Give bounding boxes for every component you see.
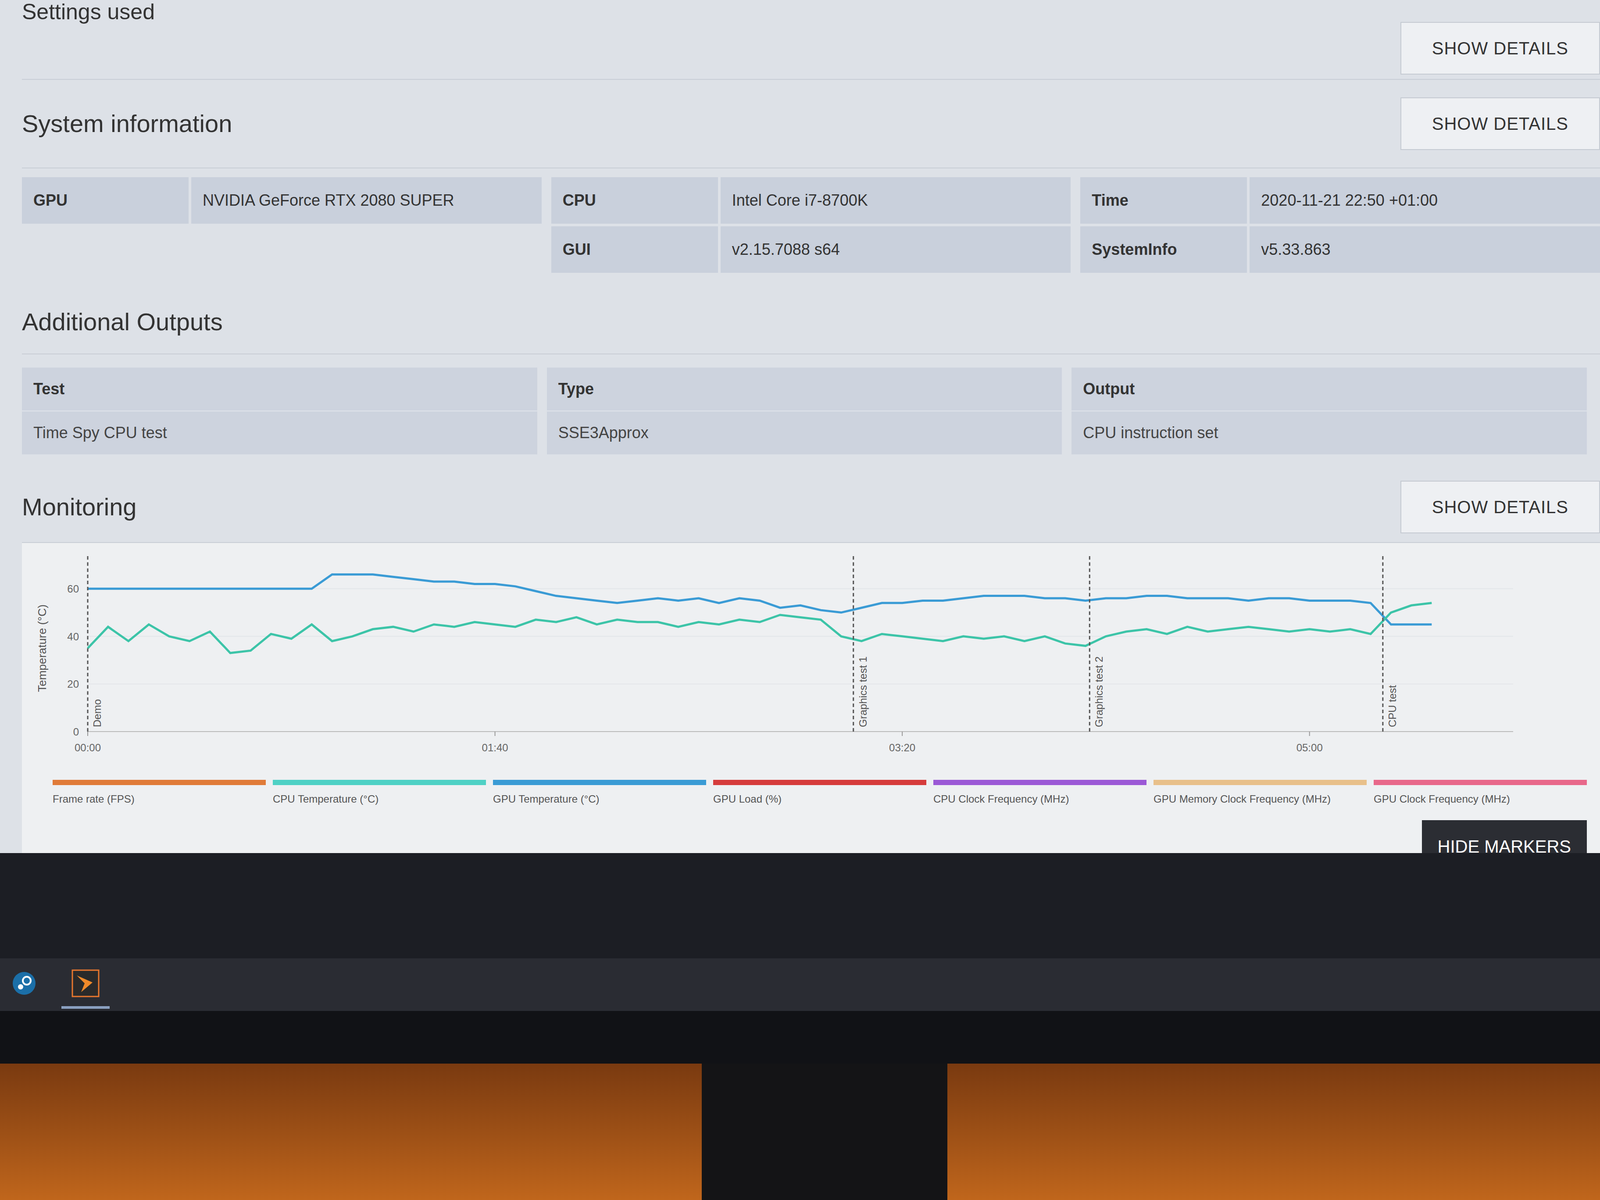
desk-background xyxy=(0,1063,1600,1200)
test-marker: Demo xyxy=(87,556,104,732)
info-row: GUIv2.15.7088 s64 xyxy=(551,226,1072,273)
results-page: Settings usedSHOW DETAILSSystem informat… xyxy=(0,0,1600,854)
table-header: Output xyxy=(1071,367,1587,412)
info-column: CPUIntel Core i7-8700KGUIv2.15.7088 s64 xyxy=(551,177,1072,273)
svg-text:Graphics test 1: Graphics test 1 xyxy=(857,656,869,728)
benchmark-app-icon xyxy=(71,969,100,998)
table-cell: SSE3Approx xyxy=(546,411,1063,455)
legend-swatch xyxy=(1373,779,1587,786)
y-tick: 0 xyxy=(73,725,1514,738)
y-tick: 20 xyxy=(67,678,1514,690)
svg-text:0: 0 xyxy=(73,725,79,738)
svg-text:Graphics test 2: Graphics test 2 xyxy=(1092,656,1105,728)
monitoring-section: Monitoring SHOW DETAILS Temperature (°C) 0 2… xyxy=(21,480,1600,886)
info-row: SystemInfov5.33.863 xyxy=(1080,226,1600,273)
legend-swatch xyxy=(272,779,486,786)
legend-item[interactable]: GPU Temperature (°C) xyxy=(492,779,707,808)
legend-item[interactable]: Frame rate (FPS) xyxy=(52,779,266,808)
svg-text:00:00: 00:00 xyxy=(74,741,101,754)
series-line xyxy=(87,603,1432,654)
test-marker: CPU test xyxy=(1382,556,1399,732)
chart-panel: Temperature (°C) 0 20 40 60 00:00 01:40 03:20 05… xyxy=(21,542,1600,886)
table-cell: Time Spy CPU test xyxy=(21,411,538,455)
section-title: Monitoring xyxy=(21,488,137,526)
taskbar-app[interactable] xyxy=(0,960,49,1009)
info-row: GPUNVIDIA GeForce RTX 2080 SUPER xyxy=(21,177,542,224)
photo: Settings usedSHOW DETAILSSystem informat… xyxy=(0,0,1600,1200)
section-title: System information xyxy=(21,105,233,143)
show-details-button[interactable]: SHOW DETAILS xyxy=(1400,480,1600,534)
table-cell: CPU instruction set xyxy=(1071,411,1587,455)
svg-text:40: 40 xyxy=(67,630,79,643)
section-title: Additional Outputs xyxy=(21,290,1600,355)
legend-item[interactable]: GPU Memory Clock Frequency (MHz) xyxy=(1153,779,1367,808)
monitor-bottom-bezel xyxy=(0,1010,1600,1064)
legend-item[interactable]: CPU Clock Frequency (MHz) xyxy=(933,779,1147,808)
show-details-button[interactable]: SHOW DETAILS xyxy=(1400,97,1600,150)
test-marker: Graphics test 1 xyxy=(853,556,869,732)
legend-swatch xyxy=(1153,779,1367,786)
svg-text:01:40: 01:40 xyxy=(482,741,509,754)
svg-text:05:00: 05:00 xyxy=(1296,741,1323,754)
legend-swatch xyxy=(933,779,1147,786)
x-tick: 01:40 xyxy=(482,731,509,754)
show-details-button[interactable]: SHOW DETAILS xyxy=(1400,21,1600,75)
info-row: Time2020-11-21 22:50 +01:00 xyxy=(1080,177,1600,224)
temperature-chart: Temperature (°C) 0 20 40 60 00:00 01:40 03:20 05… xyxy=(21,551,1531,763)
table-column: OutputCPU instruction set xyxy=(1071,367,1587,455)
info-column: GPUNVIDIA GeForce RTX 2080 SUPER xyxy=(21,177,542,273)
chart-legend: Frame rate (FPS)CPU Temperature (°C)GPU … xyxy=(52,779,1587,808)
system-information-section: System information SHOW DETAILS GPUNVIDIA … xyxy=(21,79,1600,273)
svg-text:20: 20 xyxy=(67,678,79,690)
legend-swatch xyxy=(52,779,266,786)
legend-swatch xyxy=(492,779,707,786)
test-marker: Graphics test 2 xyxy=(1089,556,1105,732)
x-tick: 03:20 xyxy=(889,731,916,754)
info-column: Time2020-11-21 22:50 +01:00SystemInfov5.… xyxy=(1080,177,1600,273)
legend-swatch xyxy=(713,779,927,786)
monitor-stand xyxy=(701,1063,948,1200)
taskbar-app[interactable] xyxy=(61,960,110,1009)
svg-text:Demo: Demo xyxy=(91,699,104,728)
series-line xyxy=(87,574,1432,625)
table-column: TypeSSE3Approx xyxy=(546,367,1063,455)
table-header: Test xyxy=(21,367,538,412)
taskbar xyxy=(0,958,1600,1011)
info-row: CPUIntel Core i7-8700K xyxy=(551,177,1072,224)
outputs-table: TestTime Spy CPU testTypeSSE3ApproxOutpu… xyxy=(21,367,1600,455)
monitor-bezel xyxy=(0,853,1600,959)
settings-section: Settings used SHOW DETAILS xyxy=(21,0,1600,80)
legend-item[interactable]: GPU Clock Frequency (MHz) xyxy=(1373,779,1587,808)
table-header: Type xyxy=(546,367,1063,412)
additional-outputs-section: Additional Outputs TestTime Spy CPU testT… xyxy=(21,290,1600,455)
steam-icon xyxy=(11,971,37,996)
legend-item[interactable]: CPU Temperature (°C) xyxy=(272,779,486,808)
x-tick: 05:00 xyxy=(1296,731,1323,754)
svg-text:03:20: 03:20 xyxy=(889,741,916,754)
svg-text:CPU test: CPU test xyxy=(1386,685,1399,728)
y-axis-label: Temperature (°C) xyxy=(35,604,49,693)
system-info-grid: GPUNVIDIA GeForce RTX 2080 SUPERCPUIntel… xyxy=(21,177,1600,273)
table-column: TestTime Spy CPU test xyxy=(21,367,538,455)
x-tick: 00:00 xyxy=(74,731,101,754)
svg-text:60: 60 xyxy=(67,582,79,595)
legend-item[interactable]: GPU Load (%) xyxy=(713,779,927,808)
section-title: Settings used xyxy=(21,0,155,25)
